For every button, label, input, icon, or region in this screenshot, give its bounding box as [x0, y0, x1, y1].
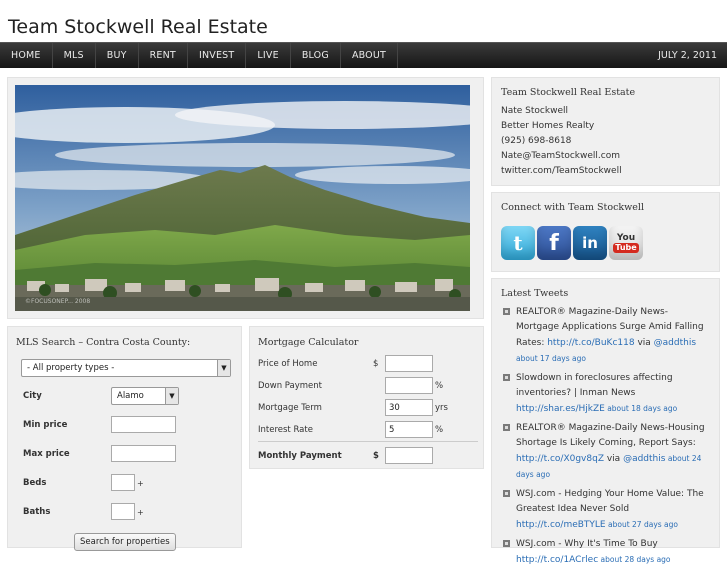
tweet-item: REALTOR® Magazine-Daily News-Mortgage Ap…	[501, 305, 710, 367]
tweet-age: about 27 days ago	[605, 520, 678, 529]
price-input[interactable]	[385, 355, 433, 372]
tweet-bullet-icon	[503, 490, 510, 497]
city-value: Alamo	[117, 391, 144, 401]
mortgage-term-label: Mortgage Term	[258, 403, 322, 413]
tweets-heading: Latest Tweets	[501, 288, 569, 299]
tweet-link[interactable]: http://t.co/BuKc118	[547, 338, 634, 348]
down-payment-input[interactable]	[385, 377, 433, 394]
main-nav: HOME MLS BUY RENT INVEST LIVE BLOG ABOUT…	[0, 42, 727, 68]
calculator-heading: Mortgage Calculator	[258, 337, 359, 348]
tweet-text: WSJ.com - Why It's Time To Buy	[516, 539, 658, 549]
nav-buy[interactable]: BUY	[96, 43, 139, 68]
tweet-link[interactable]: http://t.co/meBTYLE	[516, 520, 606, 530]
tweet-link[interactable]: http://t.co/X0gv8qZ	[516, 454, 604, 464]
mls-search-panel: MLS Search – Contra Costa County: - All …	[7, 326, 242, 551]
down-payment-label: Down Payment	[258, 381, 322, 391]
chevron-down-icon: ▼	[165, 388, 178, 404]
mls-heading: MLS Search – Contra Costa County:	[16, 337, 191, 348]
nav-home[interactable]: HOME	[0, 43, 53, 68]
property-type-value: - All property types -	[27, 363, 115, 373]
linkedin-icon[interactable]: in	[573, 226, 607, 260]
mortgage-calculator-panel: Mortgage Calculator Price of Home $ Down…	[249, 326, 484, 469]
tweet-via: via	[603, 454, 624, 464]
monthly-payment-label: Monthly Payment	[258, 451, 342, 461]
interest-rate-input[interactable]	[385, 421, 433, 438]
tweet-age: about 18 days ago	[604, 404, 678, 413]
beds-label: Beds	[23, 478, 47, 488]
contact-name: Nate Stockwell	[501, 106, 568, 116]
monthly-payment-output[interactable]	[385, 447, 433, 464]
youtube-icon[interactable]: You Tube	[609, 226, 643, 260]
nav-rent[interactable]: RENT	[139, 43, 188, 68]
tweet-bullet-icon	[503, 374, 510, 381]
tweet-via: via	[634, 338, 654, 348]
baths-input[interactable]	[111, 503, 135, 520]
baths-label: Baths	[23, 507, 51, 517]
tweet-item: WSJ.com - Hedging Your Home Value: The G…	[501, 487, 710, 533]
tweet-link[interactable]: http://t.co/1ACrlec	[516, 555, 598, 565]
youtube-tube-text: Tube	[613, 242, 639, 253]
hero-panel: ©FOCUSONEP... 2008	[7, 77, 484, 319]
min-price-label: Min price	[23, 420, 68, 430]
down-payment-percent: %	[435, 381, 444, 391]
tweet-item: WSJ.com - Why It's Time To Buy http://t.…	[501, 537, 710, 568]
search-properties-button[interactable]: Search for properties	[74, 533, 176, 551]
tweet-link[interactable]: http://shar.es/HjkZE	[516, 404, 605, 414]
social-icons: t f in You Tube	[501, 226, 710, 260]
city-label: City	[23, 391, 42, 401]
hero-landscape-image: ©FOCUSONEP... 2008	[15, 85, 470, 311]
max-price-input[interactable]	[111, 445, 176, 462]
beds-plus: +	[137, 479, 144, 488]
tweet-bullet-icon	[503, 540, 510, 547]
price-currency: $	[373, 359, 379, 369]
tweet-user[interactable]: @addthis	[623, 454, 665, 464]
contact-email[interactable]: Nate@TeamStockwell.com	[501, 149, 710, 164]
twitter-icon[interactable]: t	[501, 226, 535, 260]
nav-blog[interactable]: BLOG	[291, 43, 341, 68]
contact-phone: (925) 698-8618	[501, 136, 572, 146]
mortgage-term-unit: yrs	[435, 403, 448, 413]
nav-about[interactable]: ABOUT	[341, 43, 399, 68]
tweet-text: REALTOR® Magazine-Daily News-Housing Sho…	[516, 423, 705, 448]
contact-twitter[interactable]: twitter.com/TeamStockwell	[501, 164, 710, 179]
connect-heading: Connect with Team Stockwell	[501, 202, 644, 213]
facebook-icon[interactable]: f	[537, 226, 571, 260]
tweets-panel: Latest Tweets REALTOR® Magazine-Daily Ne…	[491, 278, 720, 565]
photo-credit: ©FOCUSONEP... 2008	[25, 298, 91, 305]
baths-plus: +	[137, 508, 144, 517]
calculator-divider	[258, 441, 478, 442]
nav-date: JULY 2, 2011	[658, 50, 717, 61]
contact-company: Better Homes Realty	[501, 121, 595, 131]
max-price-label: Max price	[23, 449, 70, 459]
nav-live[interactable]: LIVE	[246, 43, 291, 68]
beds-input[interactable]	[111, 474, 135, 491]
tweet-text: WSJ.com - Hedging Your Home Value: The G…	[516, 489, 704, 514]
tweet-bullet-icon	[503, 424, 510, 431]
tweet-bullet-icon	[503, 308, 510, 315]
monthly-payment-currency: $	[373, 451, 379, 461]
property-type-select[interactable]: - All property types - ▼	[21, 359, 231, 377]
nav-invest[interactable]: INVEST	[188, 43, 247, 68]
nav-mls[interactable]: MLS	[53, 43, 96, 68]
mortgage-term-input[interactable]	[385, 399, 433, 416]
city-select[interactable]: Alamo ▼	[111, 387, 179, 405]
tweet-item: REALTOR® Magazine-Daily News-Housing Sho…	[501, 421, 710, 483]
chevron-down-icon: ▼	[217, 360, 230, 376]
connect-panel: Connect with Team Stockwell t f in You T…	[491, 192, 720, 272]
site-title[interactable]: Team Stockwell Real Estate	[8, 16, 268, 38]
youtube-you-text: You	[616, 232, 636, 243]
min-price-input[interactable]	[111, 416, 176, 433]
tweet-text: Slowdown in foreclosures affecting inven…	[516, 373, 673, 398]
contact-panel: Team Stockwell Real Estate Nate Stockwel…	[491, 77, 720, 186]
interest-rate-percent: %	[435, 425, 444, 435]
contact-heading: Team Stockwell Real Estate	[501, 87, 636, 98]
tweet-user[interactable]: @addthis	[654, 338, 696, 348]
tweet-item: Slowdown in foreclosures affecting inven…	[501, 371, 710, 417]
price-label: Price of Home	[258, 359, 318, 369]
interest-rate-label: Interest Rate	[258, 425, 313, 435]
tweet-age: about 28 days ago	[598, 555, 671, 564]
tweet-age: about 17 days ago	[516, 354, 586, 363]
